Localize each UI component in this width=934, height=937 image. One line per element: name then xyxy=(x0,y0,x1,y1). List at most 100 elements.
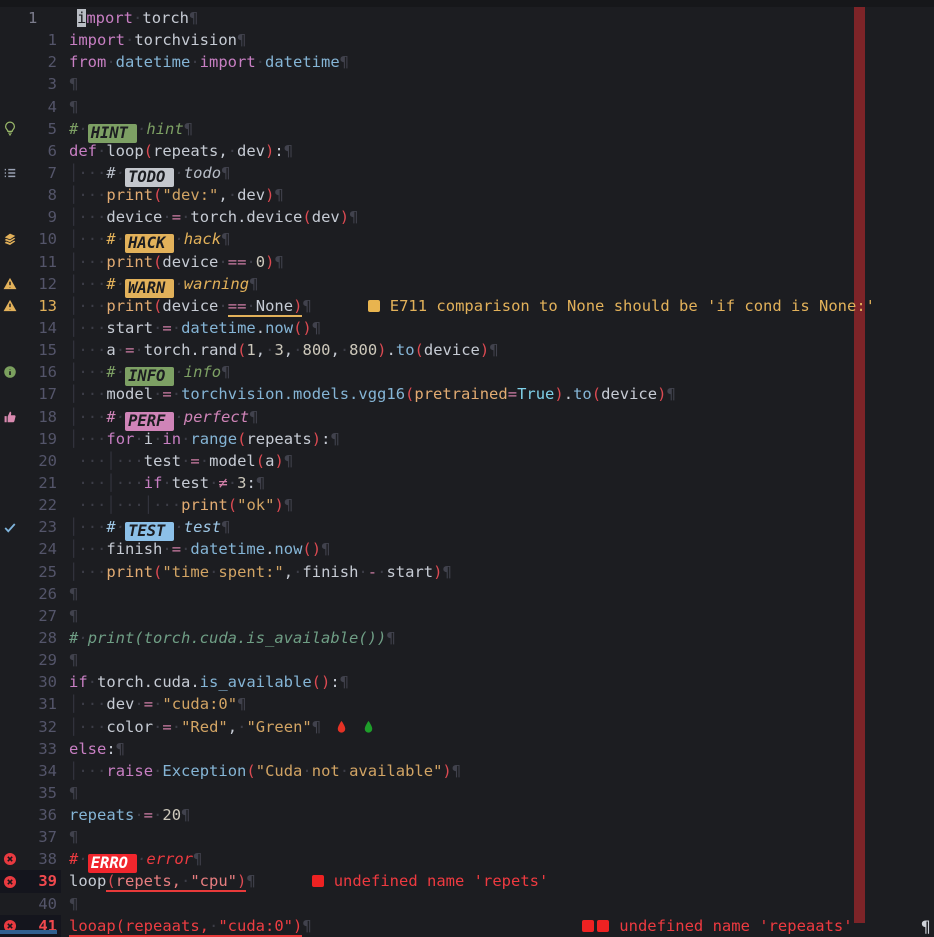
space-dot: · xyxy=(78,164,87,182)
line-text[interactable]: │···#·PERF·perfect¶ xyxy=(61,406,934,428)
code-token xyxy=(69,452,78,470)
code-token: ··· xyxy=(153,496,181,514)
code-line[interactable]: 38#·ERRO·error¶ xyxy=(0,848,934,870)
space-dot: · xyxy=(116,408,125,426)
line-text[interactable]: │···print("time·spent:",·finish·-·start)… xyxy=(61,561,934,583)
line-text[interactable]: from·datetime·import·datetime¶ xyxy=(61,51,934,73)
line-text[interactable]: ¶ xyxy=(61,826,934,848)
code-line[interactable]: 15│···a·=·torch.rand(1,·3,·800,·800).to(… xyxy=(0,339,934,361)
code-line[interactable]: 26¶ xyxy=(0,583,934,605)
space-dot: · xyxy=(106,53,115,71)
code-line[interactable]: 29¶ xyxy=(0,649,934,671)
code-line[interactable]: 12│···#·WARN·warning¶ xyxy=(0,273,934,295)
code-line[interactable]: 14│···start·=·datetime.now()¶ xyxy=(0,317,934,339)
line-text[interactable]: │···finish·=·datetime.now()¶ xyxy=(61,538,934,560)
line-text[interactable]: repeats·=·20¶ xyxy=(61,804,934,826)
code-token: ·start xyxy=(377,563,433,581)
code-line[interactable]: 17│···model·=·torchvision.models.vgg16(p… xyxy=(0,383,934,405)
code-line[interactable]: 1import·torchvision¶ xyxy=(0,29,934,51)
code-line[interactable]: 22 ···│···│···print("ok")¶ xyxy=(0,494,934,516)
line-text[interactable]: #·HINT·hint¶ xyxy=(61,118,934,140)
line-text[interactable]: │···a·=·torch.rand(1,·3,·800,·800).to(de… xyxy=(61,339,934,361)
code-line[interactable]: 18│···#·PERF·perfect¶ xyxy=(0,406,934,428)
code-line[interactable]: 19│···for·i·in·range(repeats):¶ xyxy=(0,428,934,450)
line-text[interactable]: def·loop(repeats,·dev):¶ xyxy=(61,140,934,162)
space-dot: · xyxy=(97,297,106,315)
line-text[interactable]: │···color·=·"Red",·"Green"¶ xyxy=(61,716,934,738)
code-line[interactable]: 33else:¶ xyxy=(0,738,934,760)
code-line[interactable]: 24│···finish·=·datetime.now()¶ xyxy=(0,538,934,560)
code-line[interactable]: 21 ···│···if·test·≠·3:¶ xyxy=(0,472,934,494)
code-line[interactable]: 39loop(repets,·"cpu")¶undefined name 're… xyxy=(0,870,934,892)
code-line[interactable]: 37¶ xyxy=(0,826,934,848)
line-text[interactable]: loop(repets,·"cpu")¶undefined name 'repe… xyxy=(61,870,934,892)
code-line[interactable]: 27¶ xyxy=(0,605,934,627)
code-line[interactable]: 16│···#·INFO·info¶ xyxy=(0,361,934,383)
code-line[interactable]: 41looap(repeaats,·"cuda:0")¶undefined na… xyxy=(0,915,934,937)
line-text[interactable]: ¶ xyxy=(61,73,934,95)
line-text[interactable]: ¶ xyxy=(61,583,934,605)
code-line[interactable]: 20 ···│···test·=·model(a)¶ xyxy=(0,450,934,472)
code-line[interactable]: 10│···#·HACK·hack¶ xyxy=(0,228,934,250)
code-line[interactable]: 36repeats·=·20¶ xyxy=(0,804,934,826)
line-text[interactable]: │···dev·=·"cuda:0"¶ xyxy=(61,693,934,715)
line-text[interactable]: │···raise·Exception("Cuda·not·available"… xyxy=(61,760,934,782)
line-text[interactable]: import·torchvision¶ xyxy=(61,29,934,51)
line-text[interactable]: ¶ xyxy=(61,605,934,627)
line-text[interactable]: ¶ xyxy=(61,649,934,671)
code-token: . xyxy=(387,341,396,359)
line-text[interactable]: ¶ xyxy=(61,893,934,915)
code-line[interactable]: 34│···raise·Exception("Cuda·not·availabl… xyxy=(0,760,934,782)
code-token: ) xyxy=(312,430,321,448)
line-text[interactable]: │···#·TEST·test¶ xyxy=(61,516,934,538)
space-dot: · xyxy=(88,408,97,426)
code-line[interactable]: 23│···#·TEST·test¶ xyxy=(0,516,934,538)
gutter-space xyxy=(0,671,20,693)
code-line[interactable]: 4¶ xyxy=(0,96,934,118)
code-line[interactable]: 25│···print("time·spent:",·finish·-·star… xyxy=(0,561,934,583)
code-line[interactable]: 28#·print(torch.cuda.is_available())¶ xyxy=(0,627,934,649)
line-text[interactable]: │···start·=·datetime.now()¶ xyxy=(61,317,934,339)
line-text[interactable]: │···print(device·==·None)¶E711 compariso… xyxy=(61,295,934,317)
code-line[interactable]: 6def·loop(repeats,·dev):¶ xyxy=(0,140,934,162)
line-text[interactable]: │···print("dev:",·dev)¶ xyxy=(61,184,934,206)
code-line[interactable]: 7│···#·TODO·todo¶ xyxy=(0,162,934,184)
line-text[interactable]: import·torch¶ xyxy=(69,7,934,29)
code-line[interactable]: 1import·torch¶ xyxy=(0,7,934,29)
code-line[interactable]: 2from·datetime·import·datetime¶ xyxy=(0,51,934,73)
line-text[interactable]: ¶ xyxy=(61,96,934,118)
code-line[interactable]: 11│···print(device·==·0)¶ xyxy=(0,251,934,273)
line-text[interactable]: ···│···test·=·model(a)¶ xyxy=(61,450,934,472)
code-line[interactable]: 9│···device·=·torch.device(dev)¶ xyxy=(0,206,934,228)
code-line[interactable]: 35¶ xyxy=(0,782,934,804)
code-line[interactable]: 32│···color·=·"Red",·"Green"¶ xyxy=(0,716,934,738)
code-line[interactable]: 13│···print(device·==·None)¶E711 compari… xyxy=(0,295,934,317)
line-text[interactable]: ¶ xyxy=(61,782,934,804)
code-line[interactable]: 5#·HINT·hint¶ xyxy=(0,118,934,140)
error-circle-icon xyxy=(0,870,20,892)
line-text[interactable]: │···#·TODO·todo¶ xyxy=(61,162,934,184)
code-line[interactable]: 40¶ xyxy=(0,893,934,915)
line-text[interactable]: ···│···if·test·≠·3:¶ xyxy=(61,472,934,494)
code-line[interactable]: 30if·torch.cuda.is_available():¶ xyxy=(0,671,934,693)
line-text[interactable]: │···#·HACK·hack¶ xyxy=(61,228,934,250)
line-text[interactable]: │···#·INFO·info¶ xyxy=(61,361,934,383)
line-text[interactable]: │···for·i·in·range(repeats):¶ xyxy=(61,428,934,450)
line-text[interactable]: looap(repeaats,·"cuda:0")¶undefined name… xyxy=(61,915,934,937)
line-text[interactable]: #·ERRO·error¶ xyxy=(61,848,934,870)
line-text[interactable]: if·torch.cuda.is_available():¶ xyxy=(61,671,934,693)
code-token: ·test xyxy=(174,518,221,536)
line-text[interactable]: │···print(device·==·0)¶ xyxy=(61,251,934,273)
space-dot: · xyxy=(78,186,87,204)
line-text[interactable]: │···#·WARN·warning¶ xyxy=(61,273,934,295)
code-line[interactable]: 3¶ xyxy=(0,73,934,95)
line-text[interactable]: │···model·=·torchvision.models.vgg16(pre… xyxy=(61,383,934,405)
line-text[interactable]: else:¶ xyxy=(61,738,934,760)
line-text[interactable]: #·print(torch.cuda.is_available())¶ xyxy=(61,627,934,649)
code-line[interactable]: 8│···print("dev:",·dev)¶ xyxy=(0,184,934,206)
diagnostic-square-icon xyxy=(597,920,609,932)
line-text[interactable]: │···device·=·torch.device(dev)¶ xyxy=(61,206,934,228)
line-text[interactable]: ···│···│···print("ok")¶ xyxy=(61,494,934,516)
pilcrow-mark: ¶ xyxy=(69,651,78,669)
code-line[interactable]: 31│···dev·=·"cuda:0"¶ xyxy=(0,693,934,715)
